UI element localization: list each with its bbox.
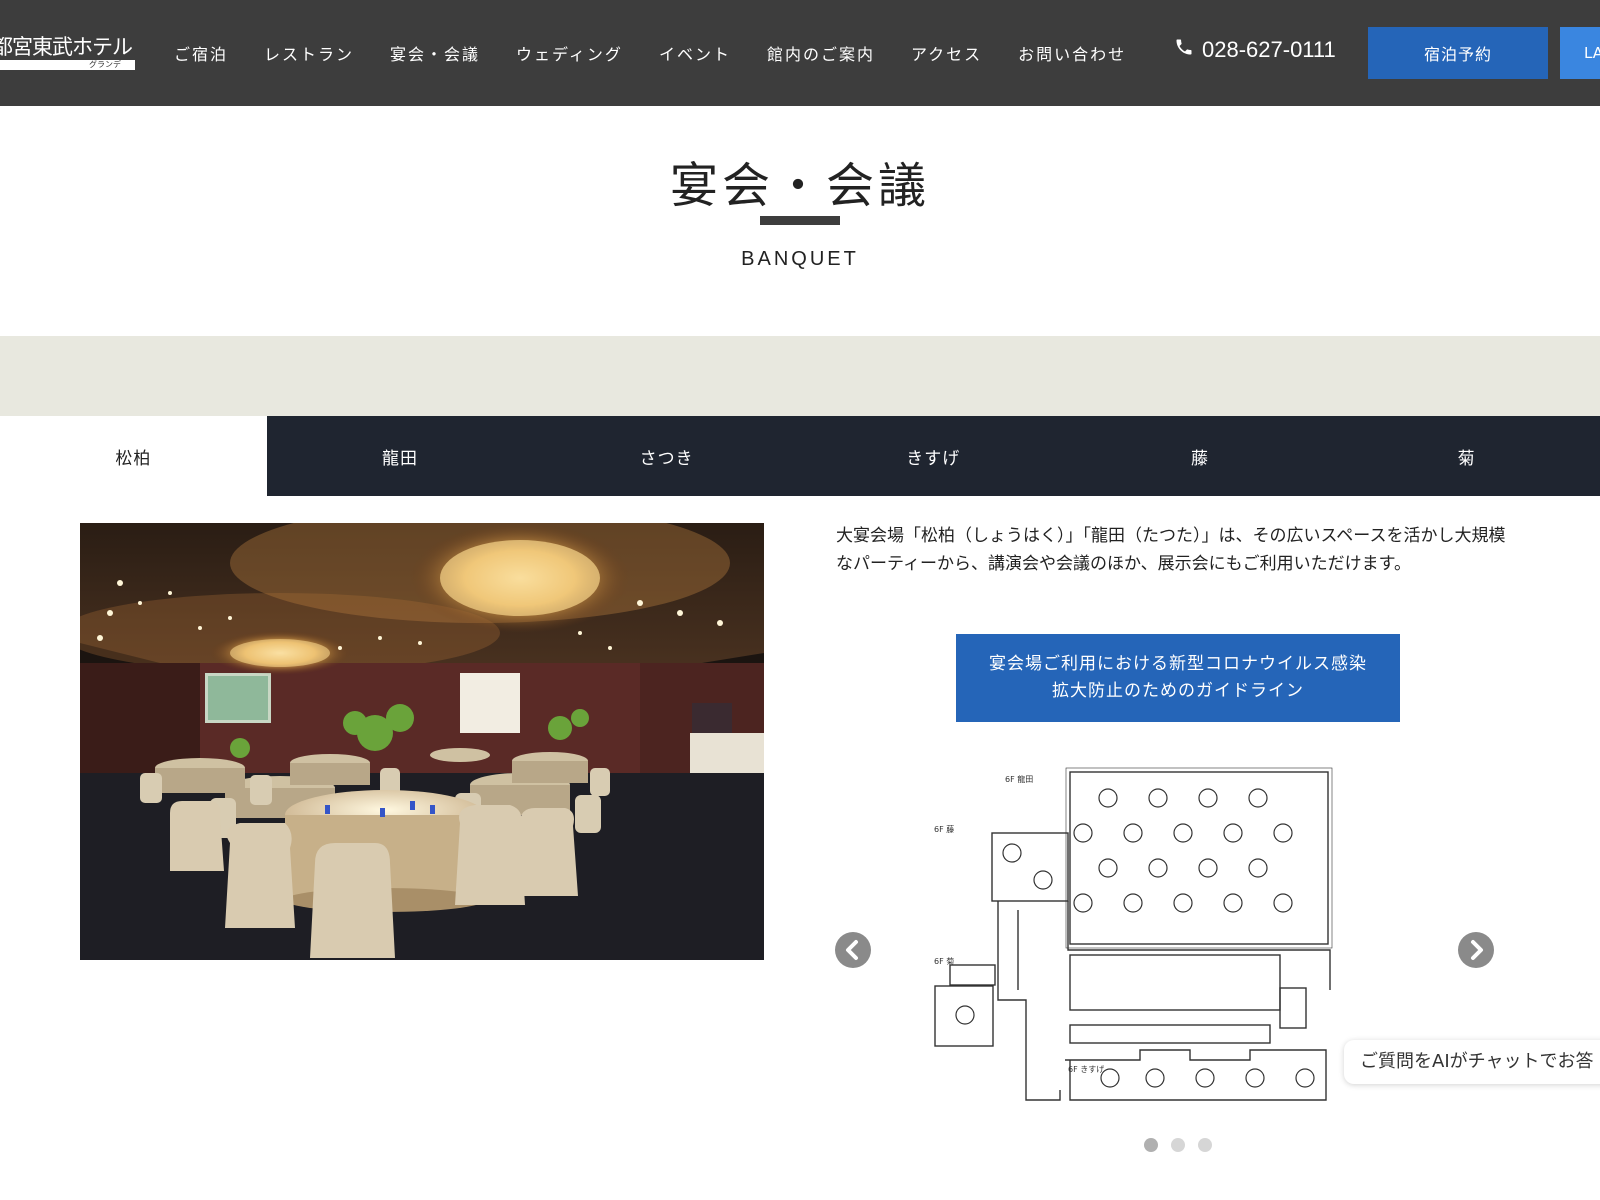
tab-shohaku[interactable]: 松柏: [0, 416, 267, 496]
hotel-logo[interactable]: 都宮東武ホテル グランデ: [0, 34, 135, 70]
guideline-line1: 宴会場ご利用における新型コロナウイルス感染: [989, 654, 1367, 674]
tab-fuji[interactable]: 藤: [1067, 416, 1334, 496]
nav-item-contact[interactable]: お問い合わせ: [1018, 41, 1126, 65]
chevron-right-icon: [1471, 940, 1483, 960]
carousel-dot-2[interactable]: [1171, 1138, 1185, 1152]
carousel-dots: [1144, 1138, 1225, 1152]
logo-subtitle: グランデ: [0, 60, 135, 70]
guideline-line2: 拡大防止のためのガイドライン: [1052, 681, 1304, 701]
tab-kisuge[interactable]: きすげ: [800, 416, 1067, 496]
nav-item-banquet[interactable]: 宴会・会議: [390, 41, 480, 65]
nav-item-access[interactable]: アクセス: [911, 41, 982, 65]
tab-satsuki[interactable]: さつき: [533, 416, 800, 496]
main-nav: ご宿泊 レストラン 宴会・会議 ウェディング イベント 館内のご案内 アクセス …: [174, 0, 1162, 106]
phone-icon: [1174, 37, 1202, 63]
venue-tabs: 松柏 龍田 さつき きすげ 藤 菊: [0, 416, 1600, 496]
phone-link[interactable]: 028-627-0111: [1174, 37, 1336, 63]
site-header: 都宮東武ホテル グランデ ご宿泊 レストラン 宴会・会議 ウェディング イベント…: [0, 0, 1600, 106]
floorplan-label-kisuge: 6F きすげ: [1068, 1065, 1104, 1074]
nav-item-wedding[interactable]: ウェディング: [516, 41, 623, 65]
chevron-left-icon: [846, 940, 858, 960]
banquet-hall-photo: [80, 523, 764, 960]
venue-description: 大宴会場「松柏（しょうはく）」「龍田（たつた）」は、その広いスペースを活かし大規…: [836, 526, 1506, 574]
section-band: [0, 336, 1600, 416]
title-underline: [760, 216, 840, 225]
logo-text: 都宮東武ホテル: [0, 35, 133, 59]
reserve-button[interactable]: 宿泊予約: [1368, 27, 1548, 79]
floorplan-label-tatsuta: 6F 龍田: [1005, 774, 1033, 784]
page-title: 宴会・会議: [669, 158, 930, 214]
ai-chat-widget[interactable]: ご質問をAIがチャットでお答: [1344, 1040, 1600, 1084]
floorplan-label-fuji: 6F 藤: [934, 824, 954, 834]
page-subtitle: BANQUET: [741, 248, 859, 270]
carousel-dot-3[interactable]: [1198, 1138, 1212, 1152]
nav-item-event[interactable]: イベント: [659, 41, 731, 65]
carousel-next-button[interactable]: [1458, 932, 1494, 968]
nav-item-facility-guide[interactable]: 館内のご案内: [767, 41, 875, 65]
page-title-section: 宴会・会議 BANQUET: [0, 106, 1600, 336]
floorplan-label-kiku: 6F 菊: [934, 956, 954, 966]
phone-number: 028-627-0111: [1202, 37, 1336, 62]
carousel-prev-button[interactable]: [835, 932, 871, 968]
language-button[interactable]: LA: [1560, 27, 1600, 79]
nav-item-restaurant[interactable]: レストラン: [264, 41, 354, 65]
tab-kiku[interactable]: 菊: [1333, 416, 1600, 496]
covid-guideline-button[interactable]: 宴会場ご利用における新型コロナウイルス感染 拡大防止のためのガイドライン: [956, 634, 1400, 722]
carousel-dot-1[interactable]: [1144, 1138, 1158, 1152]
tab-tatsuta[interactable]: 龍田: [267, 416, 534, 496]
nav-item-stay[interactable]: ご宿泊: [174, 41, 228, 65]
floor-plan-image: 6F 龍田 6F 藤 6F 菊 6F きすげ: [930, 760, 1340, 1112]
